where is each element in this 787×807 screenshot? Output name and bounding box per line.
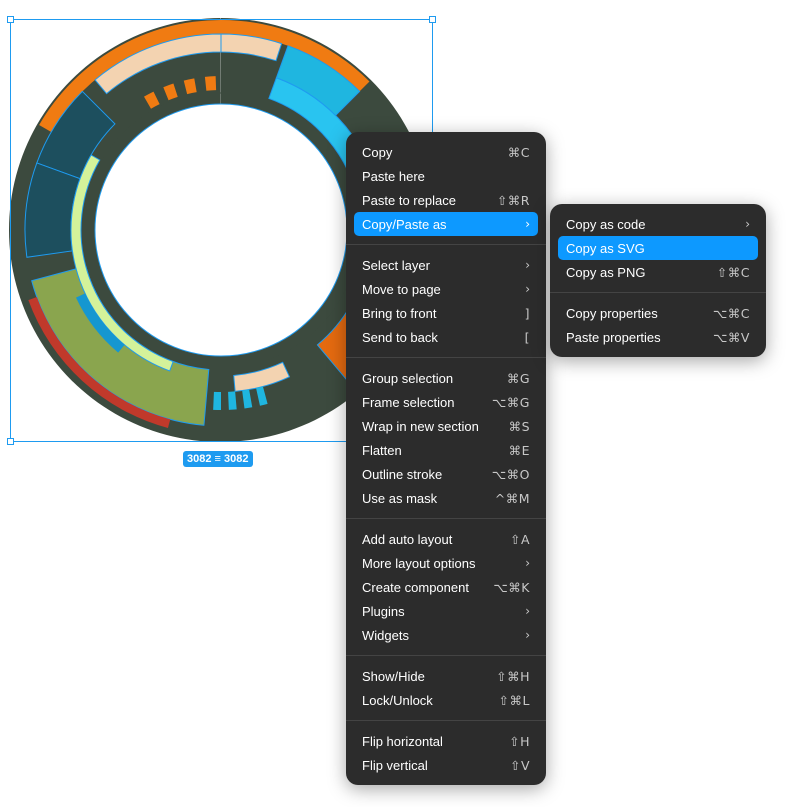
menu-item-label: Create component xyxy=(362,579,469,595)
menu-item-label: Use as mask xyxy=(362,490,438,506)
dimension-separator-icon: ≡ xyxy=(214,453,221,465)
menu-item-paste-properties[interactable]: Paste properties ⌥⌘V xyxy=(558,325,758,349)
width-label: 3082 xyxy=(187,453,212,465)
menu-item-copy-properties[interactable]: Copy properties ⌥⌘C xyxy=(558,301,758,325)
menu-item-label: Paste here xyxy=(362,168,425,184)
menu-item-flip-vertical[interactable]: Flip vertical ⇧V xyxy=(354,753,538,777)
shortcut-hint: ⇧⌘H xyxy=(496,668,530,684)
shortcut-hint: ⇧⌘R xyxy=(496,192,530,208)
menu-item-label: Widgets xyxy=(362,627,409,643)
menu-item-flip-horizontal[interactable]: Flip horizontal ⇧H xyxy=(354,729,538,753)
menu-separator xyxy=(346,720,546,721)
context-menu: Copy ⌘C Paste here Paste to replace ⇧⌘R Copy/… xyxy=(346,132,546,785)
menu-item-paste-here[interactable]: Paste here xyxy=(354,164,538,188)
shortcut-hint: ⌥⌘V xyxy=(713,329,750,345)
shortcut-hint: ⌘E xyxy=(508,442,530,458)
shortcut-hint: ⌘C xyxy=(507,144,530,160)
menu-item-plugins[interactable]: Plugins › xyxy=(354,599,538,623)
menu-item-wrap-in-new-section[interactable]: Wrap in new section ⌘S xyxy=(354,414,538,438)
chevron-right-icon: › xyxy=(525,258,530,272)
shortcut-hint: ⌥⌘G xyxy=(491,394,530,410)
cyan-tick xyxy=(213,391,221,410)
menu-item-label: Paste properties xyxy=(566,329,661,345)
menu-item-label: Copy xyxy=(362,144,393,160)
chevron-right-icon: › xyxy=(525,628,530,642)
shortcut-hint: ⌥⌘C xyxy=(712,305,750,321)
menu-item-label: Move to page xyxy=(362,281,441,297)
menu-item-lock-unlock[interactable]: Lock/Unlock ⇧⌘L xyxy=(354,688,538,712)
chevron-right-icon: › xyxy=(745,217,750,231)
menu-separator xyxy=(346,244,546,245)
menu-item-label: Wrap in new section xyxy=(362,418,479,434)
menu-item-copy[interactable]: Copy ⌘C xyxy=(354,140,538,164)
menu-item-bring-to-front[interactable]: Bring to front] xyxy=(354,301,538,325)
menu-separator xyxy=(346,518,546,519)
menu-item-frame-selection[interactable]: Frame selection ⌥⌘G xyxy=(354,390,538,414)
orange-tick xyxy=(204,76,217,91)
menu-item-move-to-page[interactable]: Move to page › xyxy=(354,277,538,301)
menu-item-use-as-mask[interactable]: Use as mask ^⌘M xyxy=(354,486,538,510)
dimension-badge: 3082 ≡ 3082 xyxy=(183,451,253,467)
menu-item-copy-paste-as[interactable]: Copy/Paste as › xyxy=(354,212,538,236)
menu-item-label: Send to back xyxy=(362,329,438,345)
shortcut-hint: ⇧V xyxy=(509,757,530,773)
menu-item-flatten[interactable]: Flatten ⌘E xyxy=(354,438,538,462)
shortcut-hint: ⇧H xyxy=(509,733,530,749)
menu-item-label: Copy as PNG xyxy=(566,264,646,280)
shortcut-hint: ⇧⌘C xyxy=(716,264,750,280)
menu-item-show-hide[interactable]: Show/Hide ⇧⌘H xyxy=(354,664,538,688)
shortcut-hint: ⌘G xyxy=(506,370,530,386)
menu-item-label: Paste to replace xyxy=(362,192,456,208)
menu-item-label: Group selection xyxy=(362,370,454,386)
menu-item-paste-to-replace[interactable]: Paste to replace ⇧⌘R xyxy=(354,188,538,212)
menu-item-outline-stroke[interactable]: Outline stroke ⌥⌘O xyxy=(354,462,538,486)
menu-item-label: Show/Hide xyxy=(362,668,425,684)
menu-item-label: Frame selection xyxy=(362,394,455,410)
shortcut-hint: ^⌘M xyxy=(494,490,530,506)
chevron-right-icon: › xyxy=(525,282,530,296)
menu-item-copy-as-svg[interactable]: Copy as SVG xyxy=(558,236,758,260)
menu-item-widgets[interactable]: Widgets › xyxy=(354,623,538,647)
menu-item-label: Lock/Unlock xyxy=(362,692,433,708)
menu-item-label: Copy/Paste as xyxy=(362,216,447,232)
menu-item-label: Copy as code xyxy=(566,216,646,232)
chevron-right-icon: › xyxy=(525,217,530,231)
chevron-right-icon: › xyxy=(525,556,530,570)
menu-item-label: Flip vertical xyxy=(362,757,428,773)
menu-separator xyxy=(346,655,546,656)
shortcut-hint: ⇧⌘L xyxy=(498,692,530,708)
menu-item-label: Select layer xyxy=(362,257,430,273)
shortcut-hint: ⌥⌘K xyxy=(493,579,530,595)
shortcut-hint: [ xyxy=(524,329,530,345)
menu-item-label: More layout options xyxy=(362,555,476,571)
menu-separator xyxy=(346,357,546,358)
menu-item-label: Flip horizontal xyxy=(362,733,443,749)
shortcut-hint: ⌘S xyxy=(508,418,530,434)
menu-separator xyxy=(550,292,766,293)
menu-item-label: Add auto layout xyxy=(362,531,453,547)
shortcut-hint: ⌥⌘O xyxy=(491,466,530,482)
inner-hole xyxy=(94,103,348,357)
copy-paste-as-submenu: Copy as code › Copy as SVG Copy as PNG ⇧⌘C Co… xyxy=(550,204,766,357)
menu-item-label: Outline stroke xyxy=(362,466,443,482)
menu-item-label: Bring to front xyxy=(362,305,437,321)
menu-item-add-auto-layout[interactable]: Add auto layout ⇧A xyxy=(354,527,538,551)
menu-item-copy-as-png[interactable]: Copy as PNG ⇧⌘C xyxy=(558,260,758,284)
menu-item-select-layer[interactable]: Select layer › xyxy=(354,253,538,277)
menu-item-label: Copy properties xyxy=(566,305,658,321)
shortcut-hint: ⇧A xyxy=(509,531,530,547)
chevron-right-icon: › xyxy=(525,604,530,618)
shortcut-hint: ] xyxy=(524,305,530,321)
menu-item-more-layout-options[interactable]: More layout options › xyxy=(354,551,538,575)
menu-item-group-selection[interactable]: Group selection ⌘G xyxy=(354,366,538,390)
menu-item-create-component[interactable]: Create component ⌥⌘K xyxy=(354,575,538,599)
menu-item-copy-as-code[interactable]: Copy as code › xyxy=(558,212,758,236)
height-label: 3082 xyxy=(224,453,249,465)
menu-item-send-to-back[interactable]: Send to back [ xyxy=(354,325,538,349)
menu-item-label: Flatten xyxy=(362,442,402,458)
menu-item-label: Copy as SVG xyxy=(566,240,645,256)
menu-item-label: Plugins xyxy=(362,603,405,619)
